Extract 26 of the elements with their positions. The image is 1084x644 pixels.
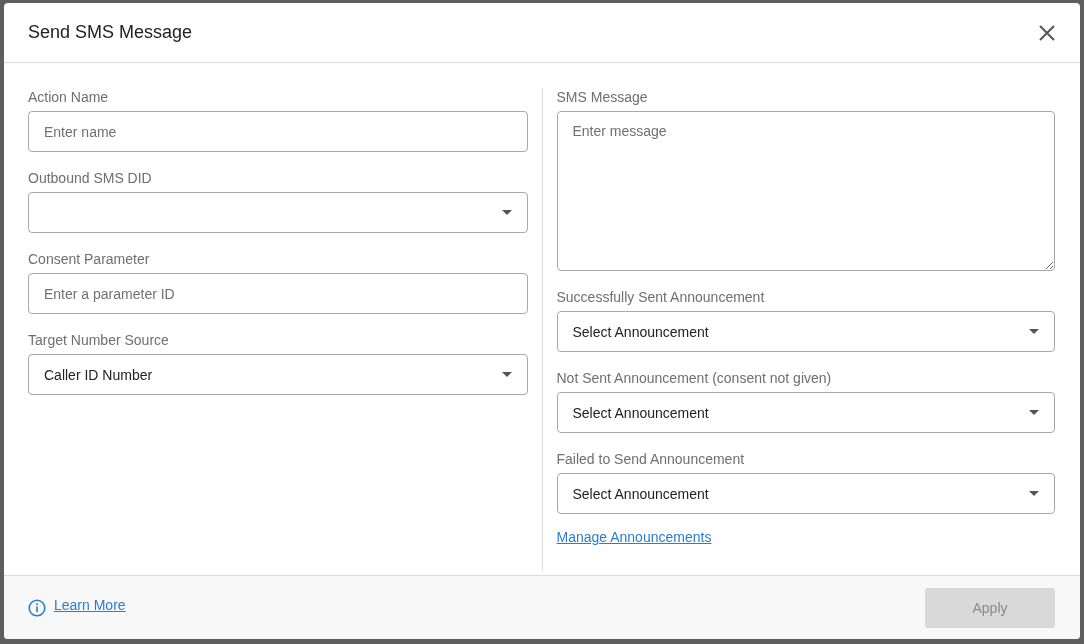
text-field[interactable]: Enter a parameter ID: [28, 273, 528, 314]
dropdown-caret-icon: [501, 372, 512, 377]
close-icon: [1039, 24, 1055, 41]
select-dropdown[interactable]: Caller ID Number: [28, 354, 528, 395]
manage-announcements-link[interactable]: Manage Announcements: [556, 529, 712, 545]
select-dropdown[interactable]: Select Announcement: [556, 473, 1055, 514]
dropdown-caret-icon: [501, 210, 512, 215]
dropdown-caret-icon: [1029, 410, 1039, 415]
field-label: Target Number Source: [28, 331, 170, 349]
field-label: Action Name: [28, 88, 110, 106]
select-dropdown[interactable]: Select Announcement: [556, 392, 1055, 433]
learn-more-link[interactable]: Learn More: [54, 596, 126, 613]
field-label: Outbound SMS DID: [28, 169, 153, 187]
field-label: Not Sent Announcement (consent not given): [556, 369, 833, 387]
select-dropdown[interactable]: Select Announcement: [556, 311, 1055, 352]
dialog-title: Send SMS Message: [28, 22, 193, 43]
info-icon: [28, 598, 46, 617]
dropdown-caret-icon: [1029, 329, 1039, 334]
dropdown-caret-icon: [1029, 491, 1039, 496]
field-label: Failed to Send Announcement: [556, 450, 746, 468]
field-label: Consent Parameter: [28, 250, 151, 268]
close-button[interactable]: [1038, 23, 1056, 42]
field-label: SMS Message: [556, 88, 649, 106]
message-field[interactable]: Enter message: [556, 111, 1055, 271]
field-label: Successfully Sent Announcement: [556, 288, 766, 306]
text-field[interactable]: Enter name: [28, 111, 528, 152]
